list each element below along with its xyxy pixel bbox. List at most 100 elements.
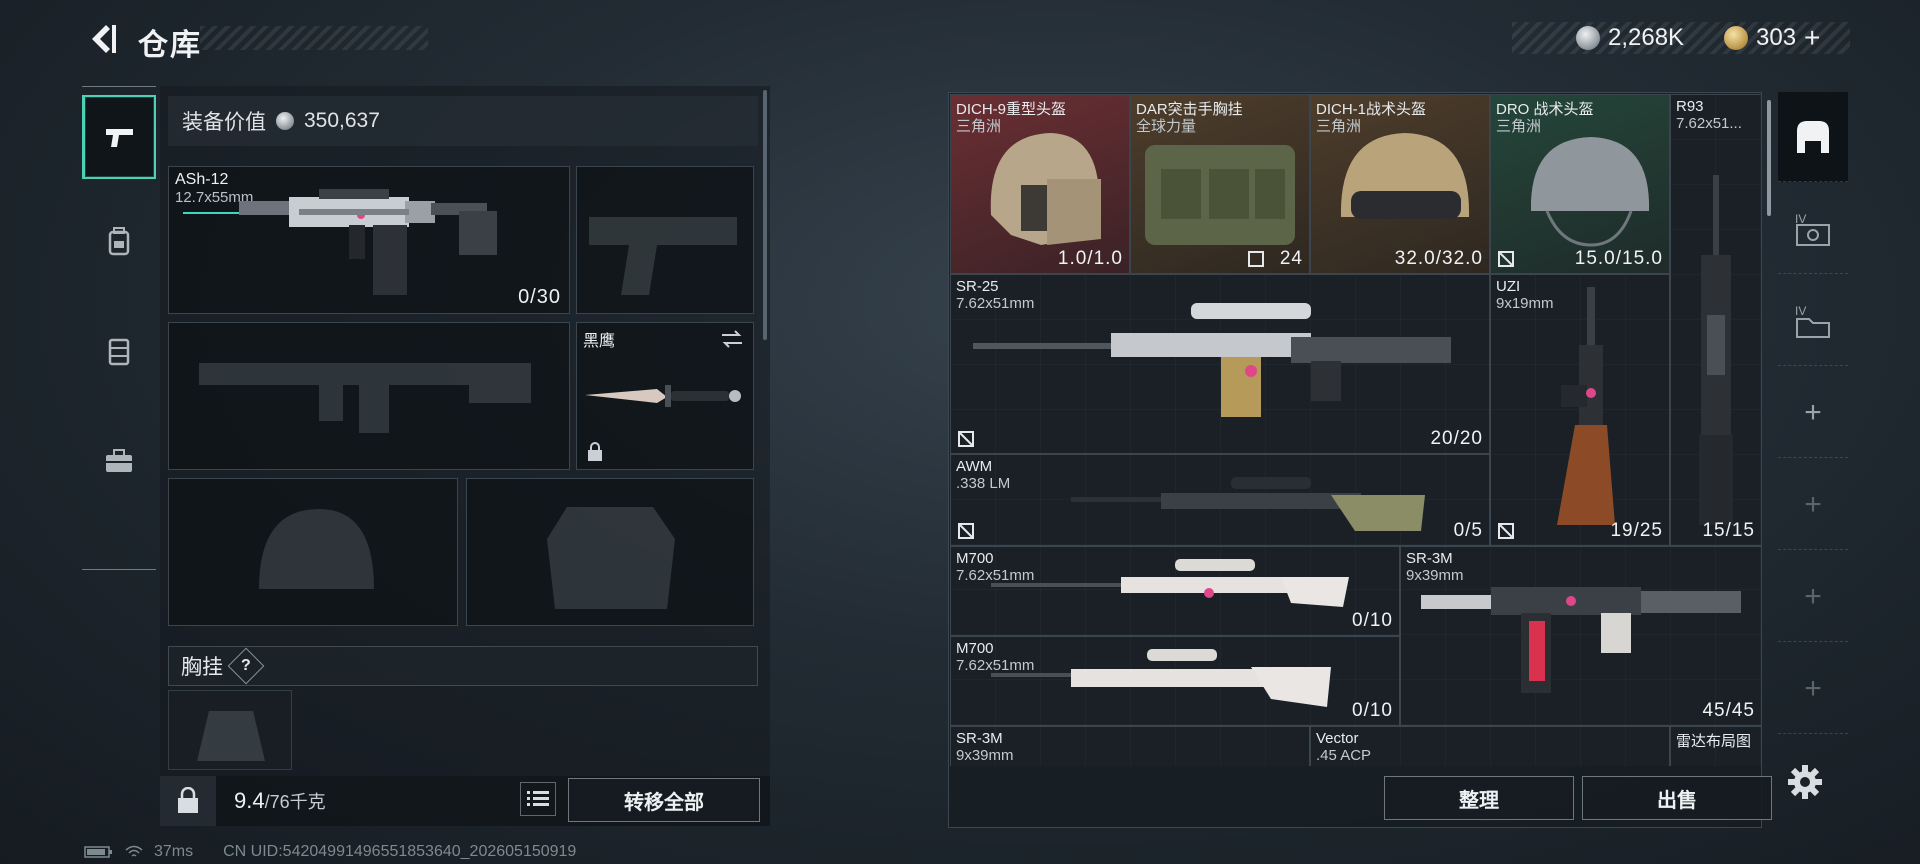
storage-item[interactable]: DRO 战术头盔 三角洲 15.0/15.0 — [1490, 94, 1670, 274]
storage-item[interactable]: DAR突击手胸挂 全球力量 24 — [1130, 94, 1310, 274]
storage-item[interactable]: SR-25 7.62x51mm 20/20 — [950, 274, 1490, 454]
m700-rifle-image — [991, 559, 1349, 607]
toolbox-icon — [106, 449, 132, 472]
tab-weapons[interactable] — [82, 95, 156, 179]
tab-toolbox[interactable] — [82, 419, 156, 503]
title-decoration — [200, 26, 428, 50]
equip-value: 350,637 — [304, 109, 380, 132]
tab-backpack[interactable] — [82, 199, 156, 283]
storage-item[interactable]: UZI 9x19mm 19/25 — [1490, 274, 1670, 546]
tab-vest[interactable] — [82, 309, 156, 393]
pistol-icon — [105, 129, 133, 147]
storage-item[interactable]: DICH-9重型头盔 三角洲 1.0/1.0 — [950, 94, 1130, 274]
durability-icon — [958, 431, 974, 447]
durability-icon — [1498, 251, 1514, 267]
chest-rig-header: 胸挂 ? — [168, 646, 758, 686]
uid-text: CN UID:54204991496551853640_202605150919 — [223, 843, 577, 860]
storage-case-tab[interactable] — [1778, 92, 1848, 182]
back-button[interactable] — [84, 22, 118, 56]
storage-case-strip: IV IV + + + + — [1778, 92, 1848, 748]
case-iv-2-tab[interactable]: IV — [1778, 276, 1848, 366]
lock-loadout-button[interactable] — [160, 776, 216, 826]
silver-amount: 2,268K — [1608, 24, 1685, 51]
weapon-ammo: 0/30 — [518, 286, 561, 308]
storage-item[interactable]: AWM .338 LM 0/5 — [950, 454, 1490, 546]
secondary-primary-slot[interactable] — [168, 322, 570, 470]
storage-scrollbar[interactable] — [1767, 100, 1771, 216]
awm-rifle-image — [1071, 477, 1425, 531]
silver-coin-icon — [276, 112, 294, 130]
add-case-button[interactable]: + — [1778, 552, 1848, 642]
add-case-button[interactable]: + — [1778, 460, 1848, 550]
category-tab-strip — [82, 86, 156, 570]
durability-icon — [1248, 251, 1264, 267]
gear-icon — [1788, 765, 1822, 799]
back-arrow-icon — [92, 25, 116, 53]
rifle-silhouette-icon — [199, 363, 531, 433]
chest-rig-slot[interactable] — [168, 690, 292, 770]
add-icon: + — [1804, 487, 1822, 521]
battery-icon — [84, 846, 112, 858]
silver-currency: 2,268K — [1576, 22, 1684, 54]
carry-weight: 9.4/76千克 — [234, 788, 326, 814]
helmet-slot[interactable] — [168, 478, 458, 626]
case-iv-icon: IV — [1795, 212, 1830, 246]
gold-coin-icon — [1724, 26, 1748, 50]
add-case-button[interactable]: + — [1778, 368, 1848, 458]
settings-button[interactable] — [1785, 762, 1825, 802]
secondary-weapon-slot[interactable] — [576, 166, 754, 314]
storage-item[interactable]: M700 7.62x51mm 0/10 — [950, 546, 1400, 636]
storage-item[interactable]: 雷达布局图 — [1670, 726, 1762, 766]
backpack-icon — [108, 227, 130, 256]
add-icon: + — [1804, 395, 1822, 429]
storage-grid: DICH-9重型头盔 三角洲 1.0/1.0 DAR突击手胸挂 全球力量 24 … — [950, 94, 1762, 766]
case-iv-2-icon: IV — [1795, 304, 1830, 338]
storage-item[interactable]: DICH-1战术头盔 三角洲 32.0/32.0 — [1310, 94, 1490, 274]
add-case-button[interactable]: + — [1778, 644, 1848, 734]
storage-item[interactable]: R93 7.62x51... 15/15 — [1670, 94, 1762, 546]
help-icon[interactable]: ? — [227, 647, 265, 685]
storage-item[interactable]: SR-3M 9x39mm 45/45 — [1400, 546, 1762, 726]
vest-silhouette-icon — [197, 711, 265, 761]
lock-icon — [588, 442, 602, 461]
ash12-rifle-image — [183, 189, 497, 295]
loadout-scrollbar[interactable] — [763, 90, 767, 340]
gold-amount: 303 — [1756, 24, 1797, 51]
transfer-all-button[interactable]: 转移全部 — [568, 778, 760, 822]
gold-currency[interactable]: 303 + — [1724, 22, 1820, 54]
storage-item[interactable]: SR-3M 9x39mm — [950, 726, 1310, 766]
svg-text:IV: IV — [1795, 304, 1806, 318]
add-icon: + — [1804, 671, 1822, 705]
case-iv-tab[interactable]: IV — [1778, 184, 1848, 274]
chest-rig-label: 胸挂 — [181, 656, 223, 679]
padlock-icon — [178, 787, 198, 813]
sr25-rifle-image — [973, 303, 1451, 417]
vest-icon — [108, 338, 130, 366]
status-bar: 37ms CN UID:54204991496551853640_2026051… — [84, 842, 576, 862]
storage-item[interactable]: M700 7.62x51mm 0/10 — [950, 636, 1400, 726]
durability-icon — [1498, 523, 1514, 539]
sell-button[interactable]: 出售 — [1582, 776, 1772, 820]
currency-bar: 2,268K 303 + — [1512, 22, 1850, 54]
sort-button[interactable]: 整理 — [1384, 776, 1574, 820]
list-icon — [527, 791, 549, 806]
wifi-icon — [125, 845, 143, 857]
add-icon: + — [1804, 579, 1822, 613]
pistol-silhouette-icon — [589, 217, 737, 295]
primary-weapon-slot[interactable]: ASh-12 12.7x55mm 0/30 — [168, 166, 570, 314]
svg-text:IV: IV — [1795, 212, 1806, 226]
armor-slot[interactable] — [466, 478, 754, 626]
armor-silhouette-icon — [547, 507, 675, 609]
storage-item[interactable]: Vector .45 ACP — [1310, 726, 1670, 766]
ping-text: 37ms — [154, 843, 194, 860]
page-title: 仓库 — [138, 29, 202, 62]
melee-slot[interactable]: 黑鹰 — [576, 322, 754, 470]
silver-coin-icon — [1576, 26, 1600, 50]
m700-rifle-image — [991, 649, 1331, 707]
list-view-button[interactable] — [520, 782, 556, 816]
storage-case-icon — [1797, 120, 1829, 153]
current-weight: 9.4 — [234, 788, 265, 813]
add-gold-icon[interactable]: + — [1804, 22, 1820, 54]
equip-value-label: 装备价值 — [182, 111, 266, 134]
equipment-value-bar: 装备价值 350,637 — [168, 96, 758, 146]
